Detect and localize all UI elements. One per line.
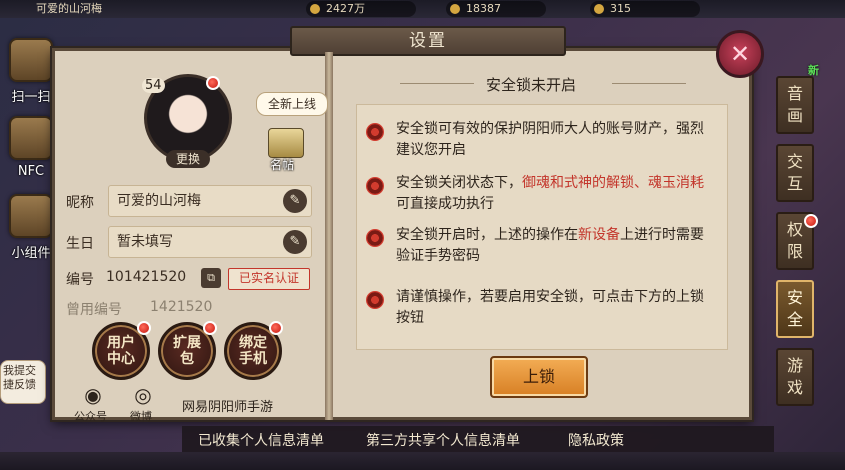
lock-button[interactable]: 上锁 <box>490 356 588 398</box>
security-title: 安全锁未开启 <box>486 76 577 94</box>
user-center-notification-dot <box>137 321 151 335</box>
expansion-pack-button[interactable]: 扩展包 <box>158 321 217 380</box>
expansion-pack-label: 扩展包 <box>173 335 201 367</box>
new-online-bubble: 全新上线 <box>256 92 328 116</box>
copy-id-icon[interactable]: ⧉ <box>201 268 221 288</box>
player-level: 54 <box>142 78 165 93</box>
user-center-label: 用户中心 <box>107 335 135 367</box>
security-item: 安全锁开启时，上述的操作在新设备上进行时需要验证手势密码 <box>396 227 704 264</box>
bind-phone-button[interactable]: 绑定手机 <box>224 321 283 380</box>
nfc-label: NFC <box>17 164 45 179</box>
scan-button[interactable]: 扫一扫 <box>4 38 58 114</box>
top-status-bar: 可爱的山河梅 2427万 18387 315 <box>0 0 845 18</box>
bottom-nav-strip <box>0 452 845 470</box>
stamina-counter: 315 <box>590 1 700 17</box>
coin-counter: 2427万 <box>306 1 416 17</box>
birthday-value: 暂未填写 <box>117 234 173 250</box>
tab-game[interactable]: 游戏 <box>776 348 814 406</box>
jade-counter: 18387 <box>446 1 546 17</box>
birthday-label: 生日 <box>66 236 94 252</box>
privacy-policy-link[interactable]: 隐私政策 <box>568 430 624 450</box>
tab-audio-visual[interactable]: 音画 <box>776 76 814 134</box>
weibo-label: 微博 <box>130 410 152 423</box>
edit-nickname-icon[interactable]: ✎ <box>283 189 307 213</box>
tab-permissions[interactable]: 权限 <box>776 212 818 270</box>
widget-label: 小组件 <box>11 246 51 261</box>
wechat-label: 公众号 <box>74 410 107 423</box>
brand-label: 网易阴阳师手游 <box>182 400 274 415</box>
wechat-icon[interactable]: ◉ <box>80 384 106 406</box>
nickname-label: 昵称 <box>66 195 94 211</box>
player-name: 可爱的山河梅 <box>36 2 102 15</box>
namecard-label[interactable]: 名帖 <box>270 156 294 173</box>
previous-id-value: 1421520 <box>150 299 213 315</box>
tab-security[interactable]: 安全 <box>776 280 814 338</box>
weibo-icon[interactable]: ◎ <box>130 384 156 406</box>
security-item: 请谨慎操作，若要启用安全锁，可点击下方的上锁按钮 <box>396 289 704 326</box>
avatar-notification-dot <box>206 76 220 90</box>
bind-phone-label: 绑定手机 <box>239 335 267 367</box>
bullet-icon <box>366 123 384 141</box>
previous-id-label: 曾用编号 <box>66 302 122 318</box>
scan-icon <box>9 38 53 82</box>
verified-badge: 已实名认证 <box>228 268 310 290</box>
close-icon[interactable]: ✕ <box>716 30 764 78</box>
id-label: 编号 <box>66 272 94 288</box>
nfc-icon <box>9 116 53 160</box>
feedback-bubble[interactable]: 我提交 捷反馈 <box>0 360 46 404</box>
nfc-button[interactable]: NFC <box>4 116 58 192</box>
collected-info-link[interactable]: 已收集个人信息清单 <box>198 430 324 450</box>
permissions-notification-dot <box>804 214 818 228</box>
scan-label: 扫一扫 <box>11 90 51 105</box>
birthday-field: 暂未填写 ✎ <box>108 226 312 258</box>
security-item: 安全锁可有效的保护阴阳师大人的账号财产，强烈建议您开启 <box>396 121 704 158</box>
bullet-icon <box>366 177 384 195</box>
change-avatar-button[interactable]: 更换 <box>166 150 210 168</box>
id-value: 101421520 <box>106 269 187 285</box>
bullet-icon <box>366 229 384 247</box>
bind-phone-notification-dot <box>269 321 283 335</box>
nickname-value: 可爱的山河梅 <box>117 193 201 209</box>
title-rule-right <box>612 83 686 84</box>
widget-icon <box>9 194 53 238</box>
third-party-info-link[interactable]: 第三方共享个人信息清单 <box>366 430 520 450</box>
user-center-button[interactable]: 用户中心 <box>92 321 151 380</box>
edit-birthday-icon[interactable]: ✎ <box>283 230 307 254</box>
security-item: 安全锁关闭状态下，御魂和式神的解锁、魂玉消耗可直接成功执行 <box>396 175 704 212</box>
tab-interaction[interactable]: 交互 <box>776 144 814 202</box>
expansion-pack-notification-dot <box>203 321 217 335</box>
title-rule-left <box>400 83 474 84</box>
bullet-icon <box>366 291 384 309</box>
widget-button[interactable]: 新 小组件 <box>4 190 63 270</box>
namecard-icon[interactable] <box>268 128 304 158</box>
nickname-field: 可爱的山河梅 ✎ <box>108 185 312 217</box>
